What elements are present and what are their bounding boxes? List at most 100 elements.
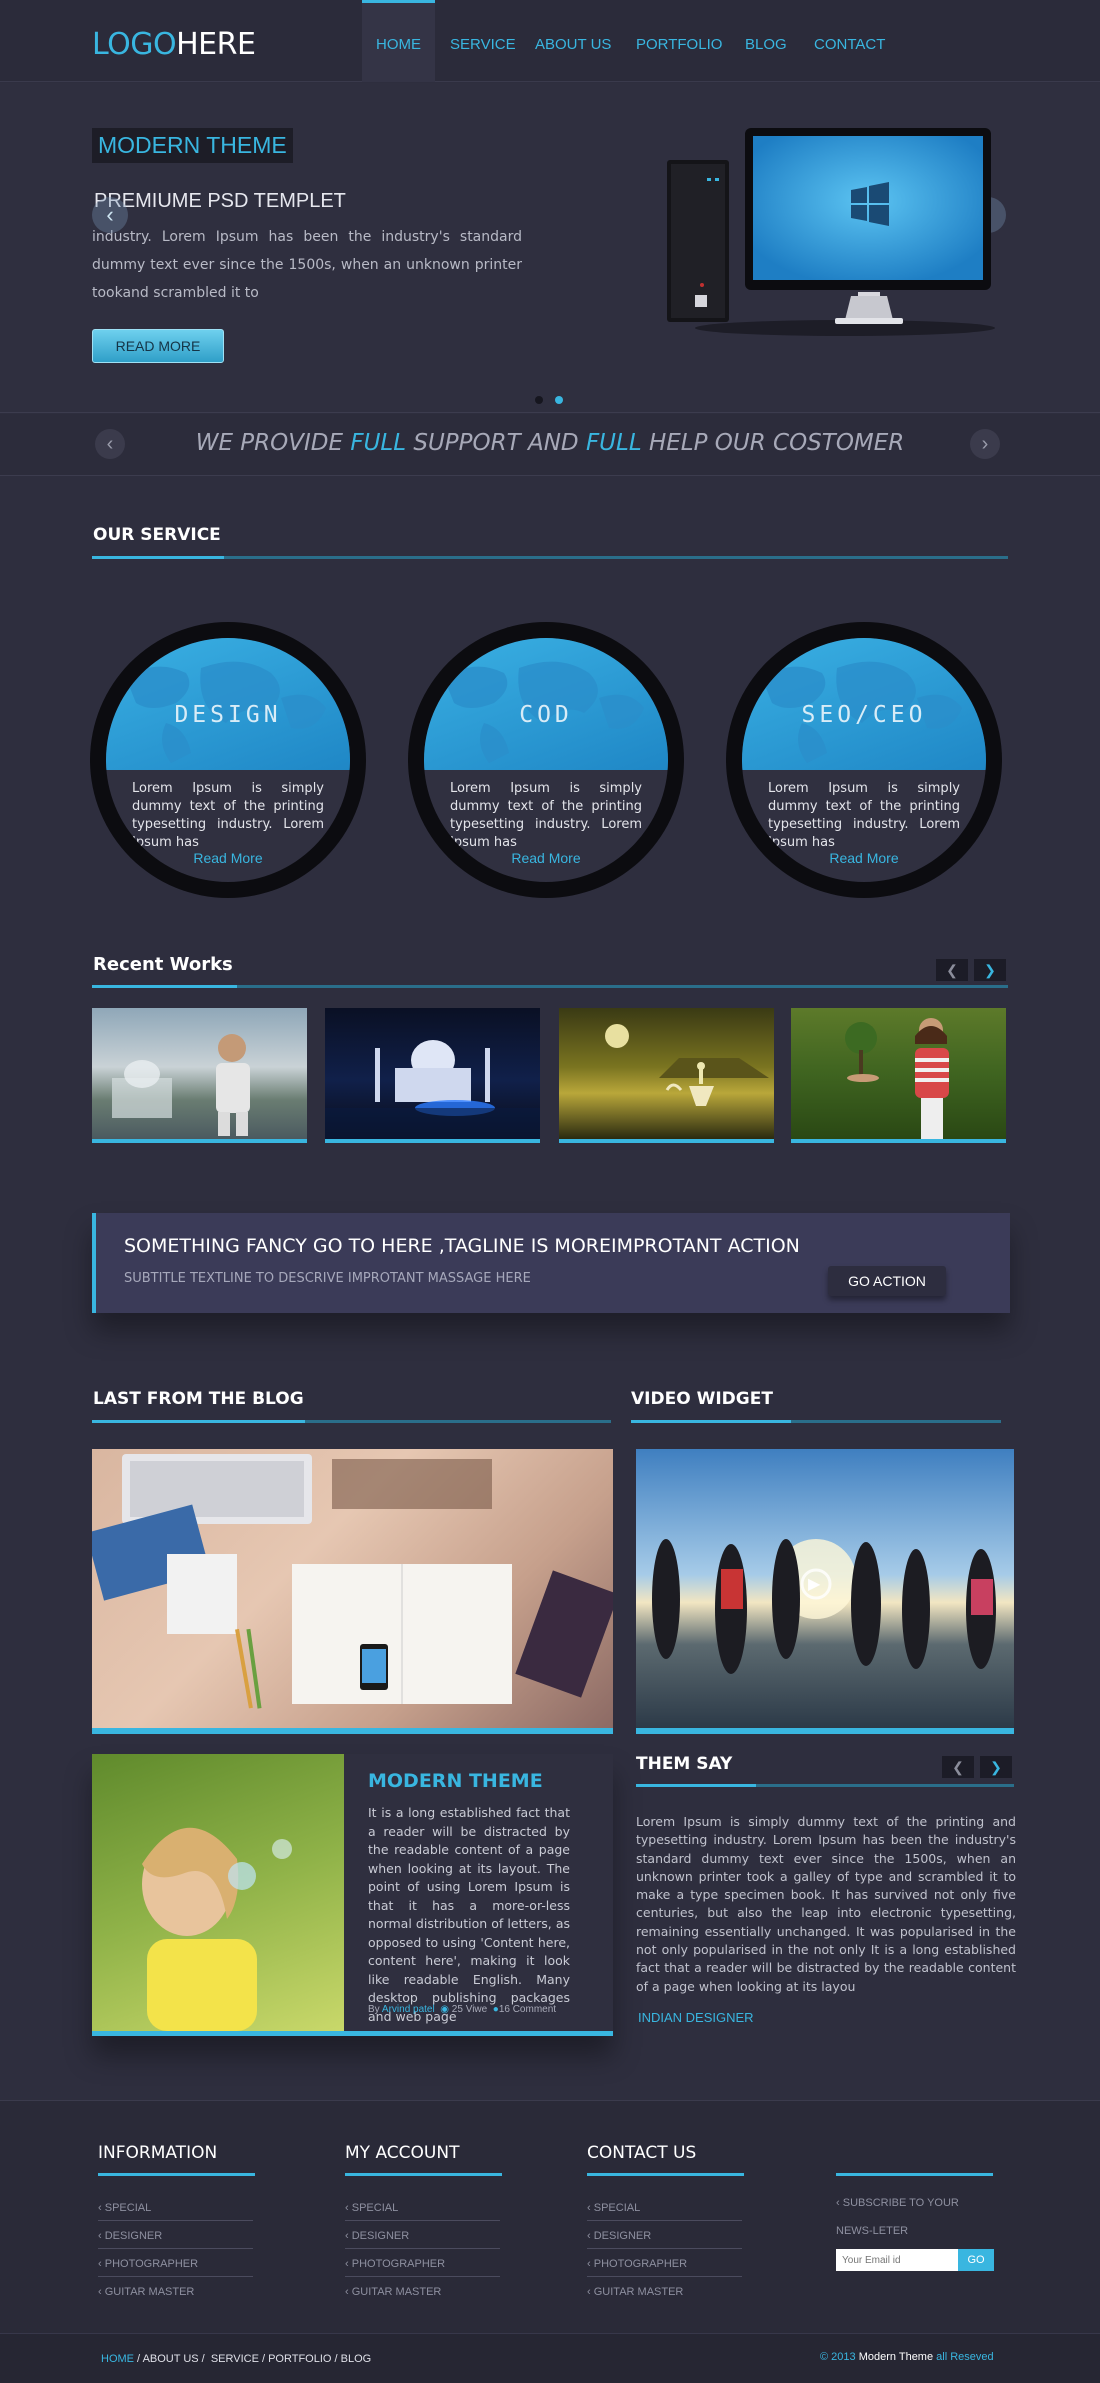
services-heading-line	[92, 556, 1008, 559]
service-title: SEO/CEO	[801, 702, 927, 728]
post-comments[interactable]: 16 Comment	[499, 2004, 556, 2015]
recent-works-line	[92, 985, 1008, 988]
bottom-nav-blog[interactable]: BLOG	[341, 2353, 372, 2365]
service-text: Lorem Ipsum is simply dummy text of the …	[768, 781, 960, 850]
bottom-nav-service[interactable]: SERVICE	[211, 2353, 259, 2365]
nav-home[interactable]: HOME	[362, 0, 435, 82]
footer-link[interactable]: ‹ GUITAR MASTER	[345, 2277, 500, 2305]
copyright-brand: Modern Theme	[858, 2351, 934, 2363]
eye-icon: ◉	[440, 2004, 450, 2015]
footer-link[interactable]: ‹ SPECIAL	[98, 2193, 253, 2221]
service-title: COD	[519, 702, 573, 728]
hero-text: industry. Lorem Ipsum has been the indus…	[92, 229, 522, 301]
slider-dot-2[interactable]	[555, 396, 563, 404]
bottom-bar: HOME / ABOUT US / SERVICE / PORTFOLIO / …	[0, 2333, 1100, 2383]
footer-link[interactable]: ‹ SPECIAL	[345, 2193, 500, 2221]
site-header: LOGOHERE HOME SERVICE ABOUT US PORTFOLIO…	[0, 0, 1100, 82]
work-thumb-1[interactable]	[92, 1008, 307, 1143]
slider-dot-1[interactable]	[535, 396, 543, 404]
footer-list-contact-us: ‹ SPECIAL ‹ DESIGNER ‹ PHOTOGRAPHER ‹ GU…	[587, 2193, 742, 2305]
footer-link-label: PHOTOGRAPHER	[593, 2258, 688, 2270]
blog-post-card: MODERN THEME It is a long established fa…	[92, 1754, 613, 2036]
service-read-more-link[interactable]: Read More	[742, 850, 986, 866]
footer-heading-information: INFORMATION	[98, 2143, 218, 2163]
nav-about-us[interactable]: ABOUT US	[521, 0, 625, 82]
footer-heading-underline	[587, 2173, 744, 2176]
bottom-nav-home[interactable]: HOME	[101, 2353, 134, 2365]
nav-service[interactable]: SERVICE	[436, 0, 530, 82]
service-read-more-link[interactable]: Read More	[106, 850, 350, 866]
tagline-highlight: FULL	[350, 430, 407, 456]
go-action-button[interactable]: GO ACTION	[828, 1266, 946, 1296]
footer-list-information: ‹ SPECIAL ‹ DESIGNER ‹ PHOTOGRAPHER ‹ GU…	[98, 2193, 253, 2305]
read-more-button[interactable]: READ MORE	[92, 329, 224, 363]
subscribe-go-button[interactable]: GO	[958, 2249, 994, 2271]
work-thumb-4[interactable]	[791, 1008, 1006, 1143]
testimonial-next-icon[interactable]: ❯	[980, 1756, 1012, 1778]
blog-heading: LAST FROM THE BLOG	[93, 1389, 304, 1409]
subscribe-label: ‹ SUBSCRIBE TO YOUR NEWS-LETER	[836, 2197, 959, 2237]
work-thumb-2[interactable]	[325, 1008, 540, 1143]
blog-post-title[interactable]: MODERN THEME	[368, 1770, 543, 1792]
subscribe-underline	[836, 2173, 993, 2176]
newsletter-email-input[interactable]	[836, 2249, 958, 2271]
footer-link-label: GUITAR MASTER	[351, 2286, 442, 2298]
post-author[interactable]: Arvind patel	[382, 2004, 435, 2015]
footer-link[interactable]: ‹ DESIGNER	[587, 2221, 742, 2249]
footer-link[interactable]: ‹ PHOTOGRAPHER	[98, 2249, 253, 2277]
work-thumb-3[interactable]	[559, 1008, 774, 1143]
nav-contact[interactable]: CONTACT	[800, 0, 899, 82]
footer-link-label: GUITAR MASTER	[104, 2286, 195, 2298]
hero-tag: MODERN THEME	[92, 128, 293, 163]
footer-link[interactable]: ‹ GUITAR MASTER	[587, 2277, 742, 2305]
service-seo: SEO/CEO Lorem Ipsum is simply dummy text…	[726, 622, 1002, 898]
video-player[interactable]: ▶	[636, 1449, 1014, 1734]
tagline-next-icon[interactable]: ›	[970, 429, 1000, 459]
post-views: 25 Viwe	[451, 2004, 488, 2015]
tagline-bar: ‹ WE PROVIDE FULL SUPPORT AND FULL HELP …	[0, 414, 1100, 476]
tagline-part: HELP OUR COSTOMER	[641, 430, 905, 456]
subscribe-widget: ‹ SUBSCRIBE TO YOUR NEWS-LETER GO	[836, 2189, 996, 2271]
footer-heading-contact-us: CONTACT US	[587, 2143, 697, 2163]
play-icon[interactable]: ▶	[808, 1574, 820, 1594]
footer-link[interactable]: ‹ GUITAR MASTER	[98, 2277, 253, 2305]
testimonials-heading: THEM SAY	[636, 1754, 733, 1774]
slider-dots	[535, 391, 575, 409]
copyright-suffix: all Reseved	[933, 2351, 994, 2363]
testimonial-text: Lorem Ipsum is simply dummy text of the …	[636, 1814, 1016, 1994]
works-prev-icon[interactable]: ❮	[936, 959, 968, 981]
footer-heading-underline	[345, 2173, 502, 2176]
service-text: Lorem Ipsum is simply dummy text of the …	[450, 781, 642, 850]
copyright: © 2013 Modern Theme all Reseved	[820, 2351, 994, 2363]
blog-featured-image[interactable]	[92, 1449, 613, 1734]
nav-portfolio[interactable]: PORTFOLIO	[622, 0, 736, 82]
tagline-part: SUPPORT AND	[406, 430, 586, 456]
logo-part2: HERE	[176, 27, 256, 62]
testimonial-prev-icon[interactable]: ❮	[942, 1756, 974, 1778]
call-to-action-panel: SOMETHING FANCY GO TO HERE ,TAGLINE IS M…	[92, 1213, 1010, 1313]
service-cod: COD Lorem Ipsum is simply dummy text of …	[408, 622, 684, 898]
works-next-icon[interactable]: ❯	[974, 959, 1006, 981]
blog-heading-line	[92, 1420, 611, 1423]
testimonials-line	[636, 1784, 1014, 1787]
bottom-nav-portfolio[interactable]: PORTFOLIO	[268, 2353, 331, 2365]
footer-link[interactable]: ‹ SPECIAL	[587, 2193, 742, 2221]
footer-link-label: PHOTOGRAPHER	[104, 2258, 199, 2270]
subscribe-label-text: SUBSCRIBE TO YOUR NEWS-LETER	[836, 2197, 959, 2237]
blog-post-meta: By Arvind patel ◉ 25 Viwe ●16 Comment	[368, 2004, 556, 2015]
tagline-highlight: FULL	[585, 430, 642, 456]
blog-post-image[interactable]	[92, 1754, 344, 2031]
footer-heading-my-account: MY ACCOUNT	[345, 2143, 460, 2163]
footer-link-label: DESIGNER	[104, 2230, 163, 2242]
footer-link[interactable]: ‹ PHOTOGRAPHER	[587, 2249, 742, 2277]
footer-link[interactable]: ‹ DESIGNER	[345, 2221, 500, 2249]
service-read-more-link[interactable]: Read More	[424, 850, 668, 866]
footer-link[interactable]: ‹ PHOTOGRAPHER	[345, 2249, 500, 2277]
slider-prev-icon[interactable]: ‹	[92, 197, 128, 233]
bottom-nav-about[interactable]: ABOUT US	[143, 2353, 199, 2365]
tagline-text: WE PROVIDE FULL SUPPORT AND FULL HELP OU…	[0, 430, 1100, 456]
cta-subtitle: SUBTITLE TEXTLINE TO DESCRIVE IMPROTANT …	[124, 1271, 531, 1286]
nav-blog[interactable]: BLOG	[731, 0, 801, 82]
logo[interactable]: LOGOHERE	[92, 27, 256, 62]
footer-link[interactable]: ‹ DESIGNER	[98, 2221, 253, 2249]
